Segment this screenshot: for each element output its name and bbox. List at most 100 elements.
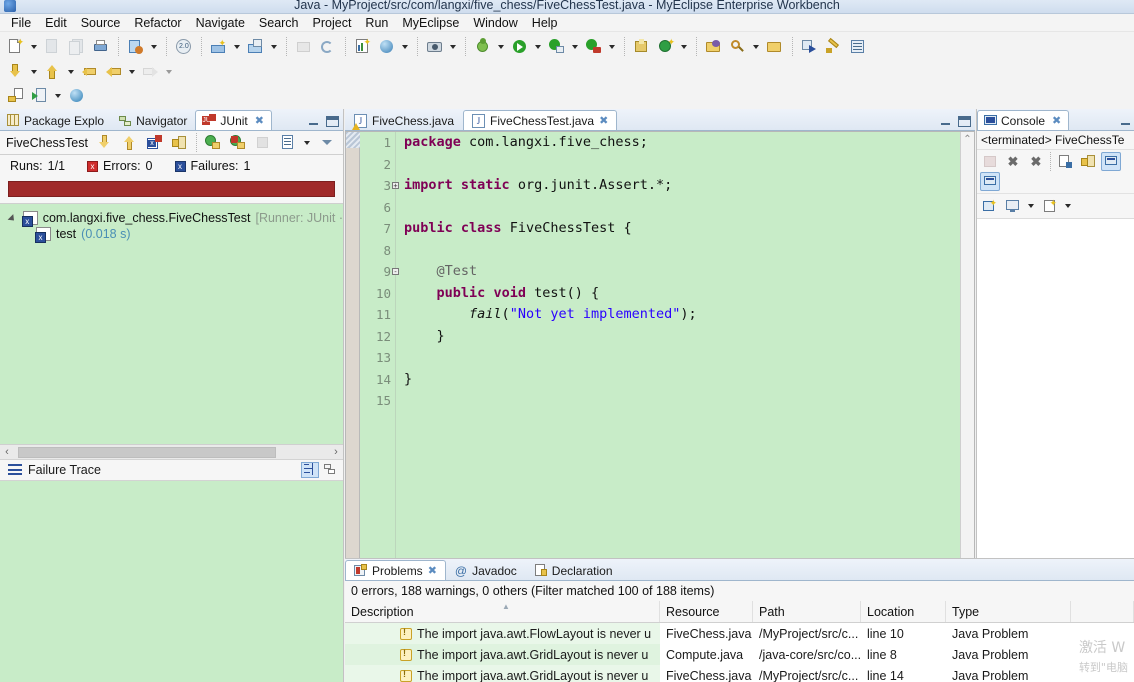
- search-dropdown-icon[interactable]: [750, 37, 761, 57]
- menu-project[interactable]: Project: [306, 15, 359, 31]
- back-icon[interactable]: [103, 62, 125, 83]
- tab-package-explorer[interactable]: Package Explo: [0, 110, 112, 130]
- open-type-icon[interactable]: [703, 36, 725, 57]
- code-line[interactable]: [404, 390, 974, 412]
- forward-dropdown-icon[interactable]: [163, 62, 174, 82]
- export-dropdown-icon[interactable]: [52, 86, 63, 106]
- run-external-icon[interactable]: [583, 36, 605, 57]
- terminate-icon[interactable]: [980, 152, 1000, 171]
- code-line[interactable]: public class FiveChessTest {: [404, 218, 974, 240]
- column-header-location[interactable]: Location: [861, 601, 946, 622]
- rerun-failed-icon[interactable]: [227, 132, 249, 153]
- debug-dropdown-icon[interactable]: [495, 37, 506, 57]
- scroll-right-icon[interactable]: ›: [329, 446, 343, 458]
- last-edit-location-icon[interactable]: [79, 62, 101, 83]
- snapshot-icon[interactable]: [424, 36, 446, 57]
- run-server-dropdown-icon[interactable]: [231, 37, 242, 57]
- menu-edit[interactable]: Edit: [38, 15, 74, 31]
- code-line[interactable]: import static org.junit.Assert.*;: [404, 175, 974, 197]
- minimize-editor-button[interactable]: [939, 116, 952, 127]
- forward-icon[interactable]: [140, 62, 162, 83]
- code-line[interactable]: fail("Not yet implemented");: [404, 304, 974, 326]
- tab-javadoc[interactable]: @ Javadoc: [446, 560, 526, 580]
- new-web-project-icon[interactable]: [125, 36, 147, 57]
- clean-icon[interactable]: [823, 36, 845, 57]
- tab-navigator[interactable]: Navigator: [112, 110, 195, 130]
- run-history-icon[interactable]: [546, 36, 568, 57]
- save-icon[interactable]: [42, 36, 64, 57]
- tab-junit[interactable]: JU JUnit ✖: [195, 110, 272, 130]
- open-perspective-icon[interactable]: [293, 36, 315, 57]
- new-web-project-dropdown-icon[interactable]: [148, 37, 159, 57]
- maximize-view-button[interactable]: [326, 116, 339, 127]
- show-failures-only-icon[interactable]: x: [144, 132, 166, 153]
- run-history-dropdown-icon[interactable]: [569, 37, 580, 57]
- table-row[interactable]: The import java.awt.GridLayout is never …: [345, 665, 1134, 682]
- column-header-resource[interactable]: Resource: [660, 601, 753, 622]
- problems-table[interactable]: Description ▲ Resource Path Location Typ…: [345, 601, 1134, 682]
- test-run-history-dropdown-icon[interactable]: [301, 133, 312, 153]
- close-icon[interactable]: ✖: [428, 564, 437, 577]
- tab-fivechesstest-java[interactable]: J FiveChessTest.java ✖: [463, 110, 618, 130]
- maximize-trace-icon[interactable]: [321, 462, 339, 478]
- new-wizard-icon[interactable]: ✦: [5, 36, 27, 57]
- code-line[interactable]: [404, 347, 974, 369]
- tree-row[interactable]: test (0.018 s): [0, 226, 343, 243]
- column-header-description[interactable]: Description ▲: [345, 601, 660, 622]
- junit-tree-hscrollbar[interactable]: ‹ ›: [0, 443, 343, 459]
- run-icon[interactable]: [509, 36, 531, 57]
- close-icon[interactable]: ✖: [1052, 114, 1061, 127]
- deploy-20-icon[interactable]: 2.0: [173, 36, 195, 57]
- tab-declaration[interactable]: Declaration: [526, 560, 622, 580]
- code-line[interactable]: }: [404, 326, 974, 348]
- next-failure-icon[interactable]: [94, 132, 116, 153]
- code-line[interactable]: package com.langxi.five_chess;: [404, 132, 974, 154]
- web-browser-icon[interactable]: [66, 86, 88, 107]
- view-menu-icon[interactable]: [316, 132, 338, 153]
- minimize-console-button[interactable]: [1119, 116, 1132, 127]
- new-class-dropdown-icon[interactable]: [678, 37, 689, 57]
- tab-console[interactable]: Console ✖: [977, 110, 1070, 130]
- open-task-icon[interactable]: [764, 36, 786, 57]
- pin-console-icon[interactable]: [980, 172, 1000, 191]
- rerun-test-icon[interactable]: [202, 132, 224, 153]
- scroll-left-icon[interactable]: ‹: [0, 446, 14, 458]
- db-explorer-icon[interactable]: [245, 36, 267, 57]
- new-class-icon[interactable]: ✦: [655, 36, 677, 57]
- open-console-icon[interactable]: ✦: [1040, 197, 1060, 216]
- link-editor-icon[interactable]: [799, 36, 821, 57]
- column-header-path[interactable]: Path: [753, 601, 861, 622]
- save-all-icon[interactable]: [66, 36, 88, 57]
- clear-console-icon[interactable]: [1055, 152, 1075, 171]
- menu-help[interactable]: Help: [525, 15, 565, 31]
- table-row[interactable]: The import java.awt.GridLayout is never …: [345, 644, 1134, 665]
- display-selected-console-icon[interactable]: [1003, 197, 1023, 216]
- snapshot-dropdown-icon[interactable]: [447, 37, 458, 57]
- scroll-lock-icon[interactable]: [1078, 152, 1098, 171]
- tab-problems[interactable]: Problems ✖: [345, 560, 446, 580]
- code-line[interactable]: [404, 154, 974, 176]
- new-console-view-icon[interactable]: ✦: [980, 197, 1000, 216]
- table-row[interactable]: The import java.awt.FlowLayout is never …: [345, 623, 1134, 644]
- minimize-view-button[interactable]: [307, 116, 320, 127]
- report-icon[interactable]: ✦: [352, 36, 374, 57]
- debug-icon[interactable]: [472, 36, 494, 57]
- column-header-type[interactable]: Type: [946, 601, 1071, 622]
- tree-row[interactable]: com.langxi.five_chess.FiveChessTest [Run…: [0, 210, 343, 227]
- menu-window[interactable]: Window: [466, 15, 524, 31]
- menu-run[interactable]: Run: [358, 15, 395, 31]
- lock-scroll-icon[interactable]: [169, 132, 191, 153]
- globe-icon[interactable]: [376, 36, 398, 57]
- scroll-up-icon[interactable]: ⌃: [961, 134, 974, 145]
- expand-twisty-icon[interactable]: [8, 213, 18, 223]
- menu-myeclipse[interactable]: MyEclipse: [395, 15, 466, 31]
- menu-source[interactable]: Source: [74, 15, 128, 31]
- previous-annotation-dropdown-icon[interactable]: [65, 62, 76, 82]
- menu-search[interactable]: Search: [252, 15, 306, 31]
- close-icon[interactable]: ✖: [599, 114, 608, 127]
- new-package-icon[interactable]: [631, 36, 653, 57]
- menu-refactor[interactable]: Refactor: [127, 15, 188, 31]
- display-selected-console-dropdown-icon[interactable]: [1025, 196, 1036, 216]
- failure-trace-body[interactable]: [0, 480, 343, 682]
- open-console-dropdown-icon[interactable]: [1062, 196, 1073, 216]
